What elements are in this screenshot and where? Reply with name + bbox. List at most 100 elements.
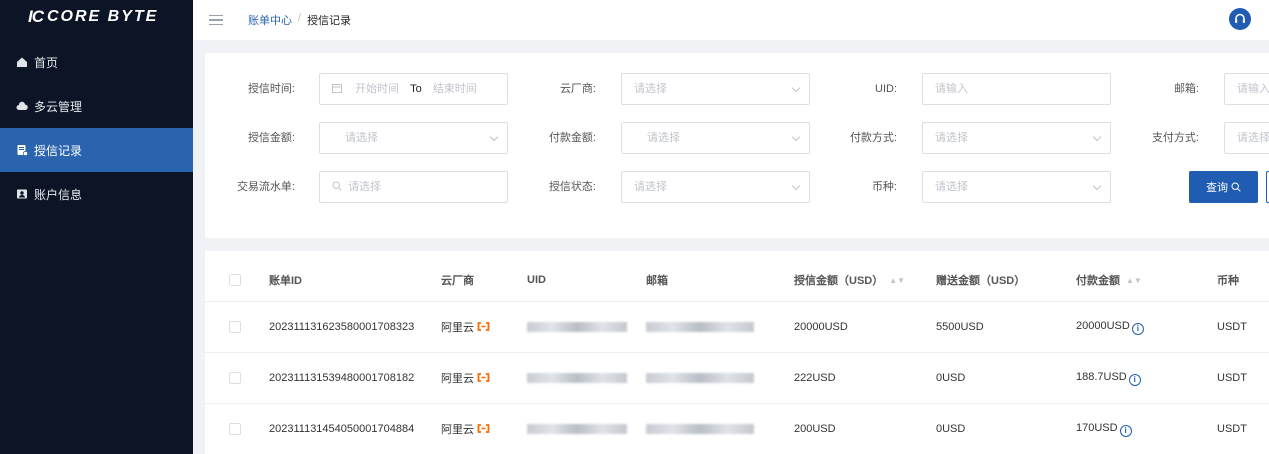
info-icon[interactable]: i	[1131, 322, 1144, 335]
paid-amount-cell: 170USD i	[1076, 422, 1132, 437]
sidebar-nav: 首页 多云管理 授信记录 账户信息	[0, 40, 193, 216]
pay-method-label: 支付方式:	[1151, 132, 1199, 144]
payment-amount-label: 付款金额:	[548, 132, 596, 144]
table-row[interactable]: 202311131623580001708323 阿里云 20000USD 55…	[205, 302, 1269, 353]
column-paid-amount-label: 付款金额	[1076, 275, 1120, 287]
chevron-down-icon	[791, 181, 801, 191]
sidebar-item-account[interactable]: 账户信息	[0, 172, 193, 216]
sidebar-item-multicloud[interactable]: 多云管理	[0, 84, 193, 128]
end-time-placeholder[interactable]: 结束时间	[433, 83, 477, 95]
search-icon	[1231, 182, 1241, 192]
column-currency: 币种	[1217, 275, 1239, 287]
paid-amount-value: 170USD	[1076, 421, 1118, 434]
credit-amount-cell: 222USD	[794, 372, 836, 384]
credit-records-table: 账单ID 云厂商 UID 邮箱 授信金额（USD） ▲▼ 赠送金额（USD） 付款…	[205, 251, 1269, 454]
currency-placeholder: 请选择	[935, 181, 968, 193]
payment-amount-select[interactable]: 请选择	[621, 122, 810, 154]
paid-amount-cell: 20000USD i	[1076, 320, 1144, 335]
info-icon[interactable]: i	[1128, 373, 1141, 386]
chevron-down-icon	[791, 132, 801, 142]
sort-icon[interactable]: ▲▼	[889, 276, 905, 285]
txn-no-placeholder: 请选择	[348, 181, 382, 193]
bill-id-cell: 202311131539480001708182	[269, 372, 415, 384]
vendor-cell: 阿里云	[441, 370, 490, 386]
credit-time-range-picker[interactable]: 开始时间 To 结束时间	[319, 73, 508, 105]
sort-icon[interactable]: ▲▼	[1126, 276, 1142, 285]
menu-toggle-icon[interactable]	[209, 14, 223, 26]
paid-amount-cell: 188.7USD i	[1076, 371, 1141, 386]
vendor-cell: 阿里云	[441, 421, 490, 437]
credit-status-label: 授信状态:	[548, 181, 596, 193]
bonus-amount-cell: 0USD	[936, 423, 966, 435]
table-header: 账单ID 云厂商 UID 邮箱 授信金额（USD） ▲▼ 赠送金额（USD） 付款…	[205, 259, 1269, 302]
chevron-down-icon	[1092, 132, 1102, 142]
txn-no-label: 交易流水单:	[236, 181, 295, 193]
credit-status-placeholder: 请选择	[634, 181, 667, 193]
email-placeholder: 请输入	[1237, 83, 1269, 95]
column-credit-amount[interactable]: 授信金额（USD） ▲▼	[794, 272, 905, 288]
chevron-down-icon	[1092, 181, 1102, 191]
filter-row: 授信时间: 开始时间 To 结束时间 云厂商: 请选择 UID: 请输入 邮箱:…	[205, 73, 1269, 105]
bill-id-cell: 202311131454050001704884	[269, 423, 415, 435]
email-redacted	[646, 373, 754, 383]
row-checkbox[interactable]	[229, 372, 241, 384]
headset-icon	[1235, 13, 1245, 23]
cloud-icon	[16, 101, 28, 110]
start-time-placeholder[interactable]: 开始时间	[355, 83, 399, 95]
uid-redacted	[527, 424, 627, 434]
breadcrumb-current: 授信记录	[307, 15, 352, 27]
email-input[interactable]: 请输入	[1224, 73, 1269, 105]
info-icon[interactable]: i	[1119, 424, 1132, 437]
filter-panel: 授信时间: 开始时间 To 结束时间 云厂商: 请选择 UID: 请输入 邮箱:…	[205, 53, 1269, 238]
column-paid-amount[interactable]: 付款金额 ▲▼	[1076, 272, 1142, 288]
currency-cell: USDT	[1217, 423, 1247, 435]
credit-amount-select[interactable]: 请选择	[319, 122, 508, 154]
table-row[interactable]: 202311131539480001708182 阿里云 222USD 0USD…	[205, 353, 1269, 404]
txn-no-select[interactable]: 请选择	[319, 171, 508, 203]
payment-method-placeholder: 请选择	[935, 132, 968, 144]
cloud-vendor-label: 云厂商:	[559, 83, 596, 95]
aliyun-icon	[477, 322, 490, 331]
email-redacted	[646, 322, 754, 332]
currency-select[interactable]: 请选择	[922, 171, 1111, 203]
brand-logo[interactable]: IC CORE BYTE	[0, 0, 193, 34]
credit-status-select[interactable]: 请选择	[621, 171, 810, 203]
breadcrumb-parent-link[interactable]: 账单中心	[248, 12, 292, 28]
uid-input[interactable]: 请输入	[922, 73, 1111, 105]
range-to-text: To	[410, 83, 422, 95]
uid-redacted	[527, 373, 627, 383]
credit-amount-label: 授信金额:	[247, 132, 295, 144]
select-all-checkbox[interactable]	[229, 274, 241, 286]
row-checkbox[interactable]	[229, 321, 241, 333]
table-row[interactable]: 202311131454050001704884 阿里云 200USD 0USD…	[205, 404, 1269, 454]
currency-cell: USDT	[1217, 372, 1247, 384]
column-vendor: 云厂商	[441, 275, 474, 287]
customer-support-button[interactable]	[1229, 8, 1251, 30]
uid-label: UID:	[875, 83, 897, 95]
credit-amount-cell: 20000USD	[794, 321, 848, 333]
sidebar-item-credit-records[interactable]: 授信记录	[0, 128, 193, 172]
currency-label: 币种:	[871, 181, 897, 193]
pay-method-placeholder: 请选择	[1237, 132, 1269, 144]
paid-amount-value: 20000USD	[1076, 319, 1130, 332]
top-header: 账单中心 / 授信记录	[193, 0, 1269, 40]
row-checkbox[interactable]	[229, 423, 241, 435]
vendor-name: 阿里云	[441, 424, 474, 436]
cloud-vendor-select[interactable]: 请选择	[621, 73, 810, 105]
cloud-vendor-placeholder: 请选择	[634, 83, 667, 95]
email-redacted	[646, 424, 754, 434]
bill-id-cell: 202311131623580001708323	[269, 321, 415, 333]
query-button-label: 查询	[1206, 182, 1228, 194]
sidebar: IC CORE BYTE 首页 多云管理 授信记录 账户信息	[0, 0, 193, 454]
credit-record-icon	[17, 145, 28, 156]
pay-method-select[interactable]: 请选择	[1224, 122, 1269, 154]
payment-method-select[interactable]: 请选择	[922, 122, 1111, 154]
bonus-amount-cell: 0USD	[936, 372, 966, 384]
column-email: 邮箱	[646, 275, 668, 287]
column-bonus-amount: 赠送金额（USD）	[936, 275, 1026, 287]
sidebar-item-label: 授信记录	[34, 143, 83, 158]
payment-amount-placeholder: 请选择	[647, 132, 680, 144]
query-button[interactable]: 查询	[1189, 171, 1258, 203]
sidebar-item-home[interactable]: 首页	[0, 40, 193, 84]
column-uid: UID	[527, 274, 546, 286]
